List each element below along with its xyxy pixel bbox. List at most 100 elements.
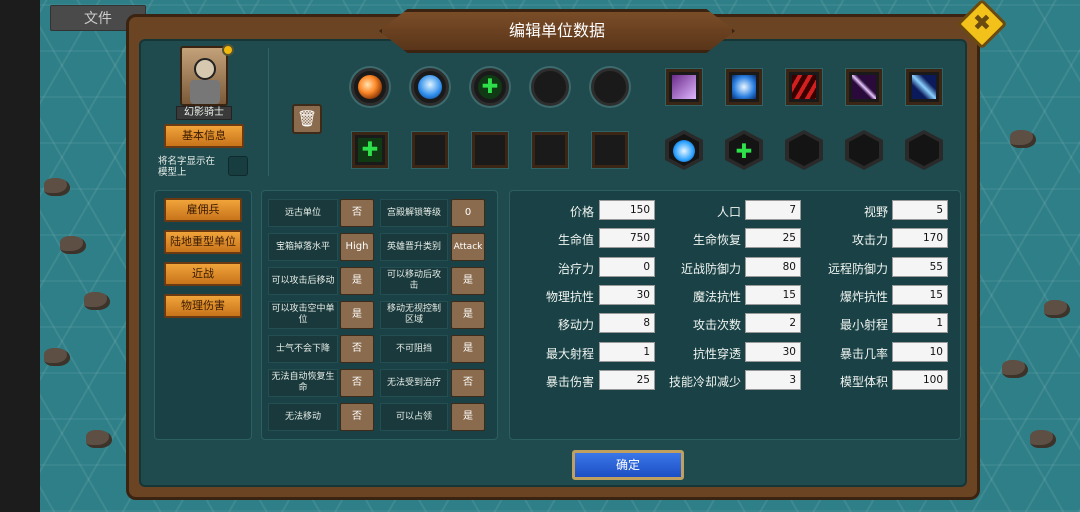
stat-input[interactable]: 170	[892, 228, 948, 248]
frost-spirit-skill-icon	[732, 75, 756, 99]
passive-slot-5[interactable]	[906, 69, 942, 105]
skill-slot-6[interactable]: ✚	[352, 132, 388, 168]
flag-value-button[interactable]: 0	[451, 199, 485, 227]
flag-label: 不可阻挡	[380, 335, 448, 363]
stat-label: 技能冷却减少	[668, 375, 741, 389]
confirm-button[interactable]: 确定	[572, 450, 684, 480]
fire-orb-skill-icon	[358, 75, 382, 99]
stat-input[interactable]: 15	[892, 285, 948, 305]
human-figure-skill-icon	[418, 75, 442, 99]
show-name-label: 将名字显示在模型上	[158, 156, 216, 178]
stat-input[interactable]: 100	[892, 370, 948, 390]
stat-label: 视野	[863, 205, 888, 219]
skill-slot-8[interactable]	[472, 132, 508, 168]
tag-heavy-land-unit[interactable]: 陆地重型单位	[164, 230, 242, 254]
stat-input[interactable]: 10	[892, 342, 948, 362]
basic-info-button[interactable]: 基本信息	[164, 124, 244, 148]
flag-value-button[interactable]: Attack	[451, 233, 485, 261]
skill-slot-9[interactable]	[532, 132, 568, 168]
heal-cross-skill-icon: ✚	[735, 139, 753, 163]
blade-strike-skill-icon	[852, 75, 876, 99]
stat-input[interactable]: 25	[599, 370, 655, 390]
unit-name: 幻影骑士	[176, 106, 232, 120]
stat-label: 远程防御力	[827, 262, 888, 276]
skill-slot-10[interactable]	[592, 132, 628, 168]
passive-slot-3[interactable]	[786, 69, 822, 105]
passive-slot-1[interactable]	[666, 69, 702, 105]
flag-value-button[interactable]: 否	[340, 369, 374, 397]
stat-input[interactable]: 1	[892, 313, 948, 333]
stat-input[interactable]: 30	[599, 285, 655, 305]
skill-slot-3[interactable]: ✚	[471, 68, 509, 106]
flag-value-button[interactable]: 否	[451, 369, 485, 397]
skill-slot-5[interactable]	[591, 68, 629, 106]
skill-slot-2[interactable]	[411, 68, 449, 106]
skill-slot-4[interactable]	[531, 68, 569, 106]
rock	[1002, 360, 1028, 378]
stat-input[interactable]: 7	[745, 200, 801, 220]
heal-cross-skill-icon: ✚	[358, 138, 382, 162]
rock	[84, 292, 110, 310]
flag-value-button[interactable]: 否	[340, 199, 374, 227]
key-badge-icon	[222, 44, 234, 56]
stat-input[interactable]: 15	[745, 285, 801, 305]
flag-value-button[interactable]: 是	[451, 403, 485, 431]
stat-input[interactable]: 30	[745, 342, 801, 362]
stat-input[interactable]: 5	[892, 200, 948, 220]
flag-value-button[interactable]: 是	[340, 267, 374, 295]
flag-value-button[interactable]: 否	[340, 335, 374, 363]
divider	[268, 48, 269, 176]
flag-label: 可以攻击空中单位	[268, 301, 338, 329]
stat-label: 模型体积	[839, 375, 888, 389]
flag-label: 宝箱掉落水平	[268, 233, 338, 261]
claw-slash-skill-icon	[792, 75, 816, 99]
show-name-checkbox[interactable]	[228, 156, 248, 176]
heal-cross-skill-icon: ✚	[478, 75, 502, 99]
flag-value-button[interactable]: 是	[451, 267, 485, 295]
trash-icon[interactable]: 🗑	[292, 104, 322, 134]
flag-value-button[interactable]: 是	[340, 301, 374, 329]
stat-label: 暴击伤害	[545, 375, 594, 389]
rock	[44, 348, 70, 366]
stat-label: 治疗力	[557, 262, 594, 276]
stat-input[interactable]: 2	[745, 313, 801, 333]
flag-value-button[interactable]: 是	[451, 335, 485, 363]
stat-input[interactable]: 3	[745, 370, 801, 390]
rock	[60, 236, 86, 254]
stat-label: 移动力	[557, 318, 594, 332]
stat-label: 攻击次数	[692, 318, 741, 332]
stat-input[interactable]: 80	[745, 257, 801, 277]
stat-input[interactable]: 55	[892, 257, 948, 277]
rock	[1044, 300, 1070, 318]
rock	[86, 430, 112, 448]
flag-label: 可以占领	[380, 403, 448, 431]
flag-label: 远古单位	[268, 199, 338, 227]
passive-slot-2[interactable]	[726, 69, 762, 105]
flag-value-button[interactable]: 是	[451, 301, 485, 329]
stat-label: 暴击几率	[839, 347, 888, 361]
flag-value-button[interactable]: 否	[340, 403, 374, 431]
stat-label: 生命恢复	[692, 233, 741, 247]
flag-label: 移动无视控制区域	[380, 301, 448, 329]
tag-melee[interactable]: 近战	[164, 262, 242, 286]
flag-value-button[interactable]: High	[340, 233, 374, 261]
stat-input[interactable]: 1	[599, 342, 655, 362]
passive-slot-4[interactable]	[846, 69, 882, 105]
ghost-skill-icon	[672, 75, 696, 99]
stat-label: 生命值	[557, 233, 594, 247]
stat-input[interactable]: 750	[599, 228, 655, 248]
stat-input[interactable]: 0	[599, 257, 655, 277]
stat-input[interactable]: 150	[599, 200, 655, 220]
left-edge	[0, 0, 40, 512]
stat-label: 近战防御力	[680, 262, 741, 276]
flag-label: 英雄晋升类别	[380, 233, 448, 261]
tag-mercenary[interactable]: 雇佣兵	[164, 198, 242, 222]
stat-input[interactable]: 25	[745, 228, 801, 248]
skill-slot-1[interactable]	[351, 68, 389, 106]
stat-label: 最小射程	[839, 318, 888, 332]
stat-label: 抗性穿透	[692, 347, 741, 361]
wind-slash-skill-icon	[912, 75, 936, 99]
stat-input[interactable]: 8	[599, 313, 655, 333]
tag-physical-damage[interactable]: 物理伤害	[164, 294, 242, 318]
skill-slot-7[interactable]	[412, 132, 448, 168]
